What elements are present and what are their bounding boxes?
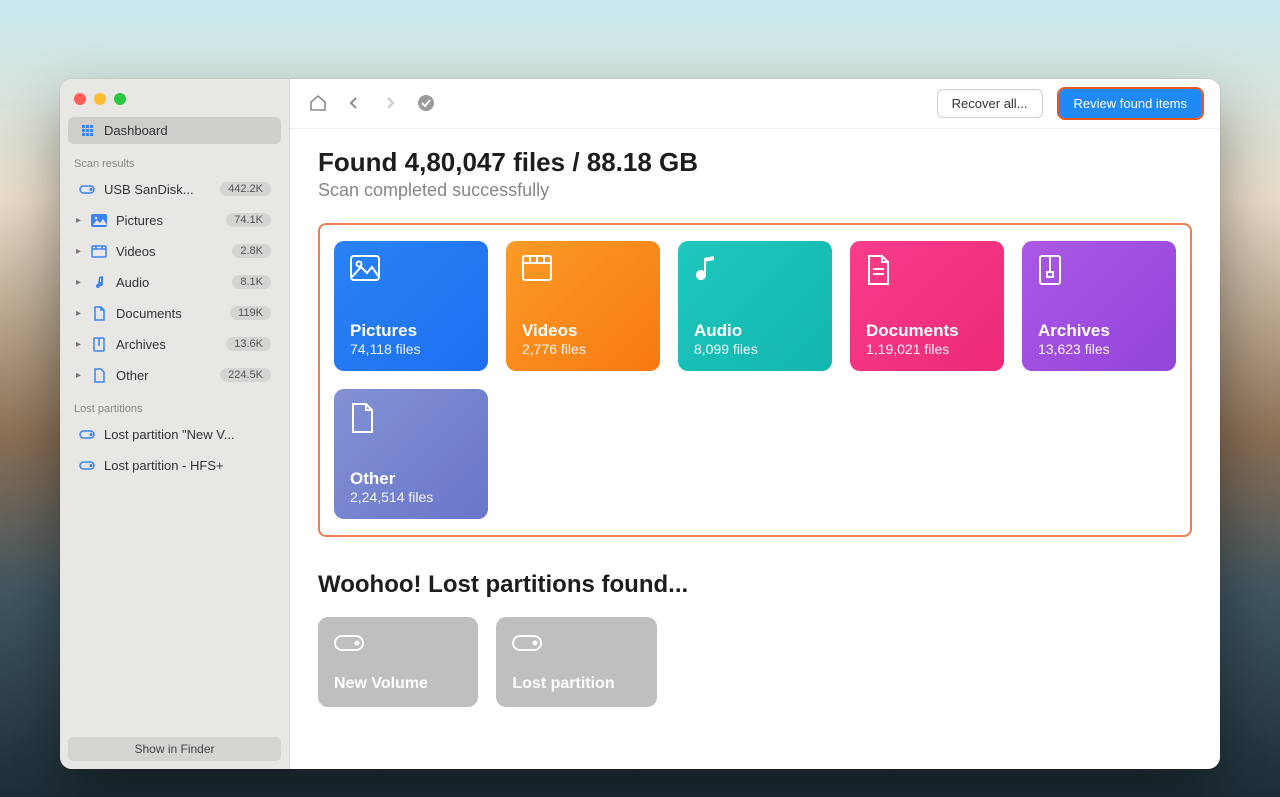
sidebar-item-dashboard[interactable]: Dashboard	[68, 117, 281, 144]
count-badge: 2.8K	[232, 244, 271, 258]
chevron-right-icon: ▸	[76, 277, 88, 288]
sidebar-item-drive[interactable]: USB SanDisk... 442.2K	[68, 176, 281, 203]
main-pane: Recover all... Review found items Found …	[290, 79, 1220, 769]
count-badge: 119K	[230, 306, 271, 320]
card-title: Audio	[694, 321, 816, 341]
count-badge: 442.2K	[220, 182, 271, 196]
chevron-right-icon: ▸	[76, 339, 88, 350]
recover-all-button[interactable]: Recover all...	[937, 89, 1043, 118]
sidebar-item-label: Other	[116, 368, 220, 383]
sidebar-item-label: Dashboard	[104, 123, 271, 138]
back-icon[interactable]	[344, 93, 364, 113]
sidebar-item-label: Archives	[116, 337, 226, 352]
other-icon	[350, 403, 472, 443]
category-card-videos[interactable]: Videos 2,776 files	[506, 241, 660, 371]
category-card-other[interactable]: Other 2,24,514 files	[334, 389, 488, 519]
lost-partitions-title: Woohoo! Lost partitions found...	[318, 571, 1192, 599]
sidebar-item-label: Pictures	[116, 213, 226, 228]
card-count: 74,118 files	[350, 341, 472, 357]
sidebar-section-lost-partitions: Lost partitions	[60, 391, 289, 419]
sidebar-item-documents[interactable]: ▸ Documents 119K	[68, 300, 281, 327]
audio-icon	[90, 275, 108, 289]
pictures-icon	[350, 255, 472, 295]
audio-icon	[694, 255, 816, 295]
partition-name: Lost partition	[512, 675, 640, 693]
sidebar-item-archives[interactable]: ▸ Archives 13.6K	[68, 331, 281, 358]
pictures-icon	[90, 214, 108, 227]
sidebar-item-lost-partition[interactable]: Lost partition "New V...	[68, 421, 281, 448]
partition-card[interactable]: Lost partition	[496, 617, 656, 707]
card-count: 8,099 files	[694, 341, 816, 357]
archives-icon	[90, 337, 108, 352]
sidebar-item-lost-partition[interactable]: Lost partition - HFS+	[68, 452, 281, 479]
category-card-documents[interactable]: Documents 1,19,021 files	[850, 241, 1004, 371]
sidebar-item-label: Lost partition "New V...	[104, 427, 271, 442]
results-title: Found 4,80,047 files / 88.18 GB	[318, 147, 1192, 178]
category-card-archives[interactable]: Archives 13,623 files	[1022, 241, 1176, 371]
drive-icon	[512, 631, 640, 653]
videos-icon	[522, 255, 644, 295]
sidebar-item-audio[interactable]: ▸ Audio 8.1K	[68, 269, 281, 296]
sidebar-item-videos[interactable]: ▸ Videos 2.8K	[68, 238, 281, 265]
maximize-icon[interactable]	[114, 93, 126, 105]
sidebar-item-label: Videos	[116, 244, 232, 259]
card-count: 2,776 files	[522, 341, 644, 357]
sidebar-item-pictures[interactable]: ▸ Pictures 74.1K	[68, 207, 281, 234]
category-card-audio[interactable]: Audio 8,099 files	[678, 241, 832, 371]
toolbar: Recover all... Review found items	[290, 79, 1220, 129]
app-window: Dashboard Scan results USB SanDisk... 44…	[60, 79, 1220, 769]
check-circle-icon[interactable]	[416, 93, 436, 113]
count-badge: 8.1K	[232, 275, 271, 289]
count-badge: 224.5K	[220, 368, 271, 382]
card-count: 13,623 files	[1038, 341, 1160, 357]
partition-name: New Volume	[334, 675, 462, 693]
show-in-finder-button[interactable]: Show in Finder	[68, 737, 281, 761]
results-subtitle: Scan completed successfully	[318, 180, 1192, 201]
drive-icon	[78, 459, 96, 471]
videos-icon	[90, 245, 108, 258]
card-count: 2,24,514 files	[350, 489, 472, 505]
chevron-right-icon: ▸	[76, 215, 88, 226]
forward-icon	[380, 93, 400, 113]
category-card-pictures[interactable]: Pictures 74,118 files	[334, 241, 488, 371]
review-found-items-button[interactable]: Review found items	[1059, 89, 1202, 118]
close-icon[interactable]	[74, 93, 86, 105]
documents-icon	[90, 306, 108, 321]
documents-icon	[866, 255, 988, 295]
drive-icon	[334, 631, 462, 653]
sidebar: Dashboard Scan results USB SanDisk... 44…	[60, 79, 290, 769]
content-area[interactable]: Found 4,80,047 files / 88.18 GB Scan com…	[290, 129, 1220, 769]
category-card-grid: Pictures 74,118 files Videos 2,776 files	[334, 241, 1176, 519]
count-badge: 74.1K	[226, 213, 271, 227]
card-count: 1,19,021 files	[866, 341, 988, 357]
partition-card[interactable]: New Volume	[318, 617, 478, 707]
count-badge: 13.6K	[226, 337, 271, 351]
chevron-right-icon: ▸	[76, 370, 88, 381]
sidebar-item-label: USB SanDisk...	[104, 182, 220, 197]
card-title: Other	[350, 469, 472, 489]
chevron-right-icon: ▸	[76, 246, 88, 257]
home-icon[interactable]	[308, 93, 328, 113]
sidebar-item-label: Audio	[116, 275, 232, 290]
card-title: Videos	[522, 321, 644, 341]
other-icon	[90, 368, 108, 383]
drive-icon	[78, 183, 96, 195]
archives-icon	[1038, 255, 1160, 295]
chevron-right-icon: ▸	[76, 308, 88, 319]
sidebar-footer: Show in Finder	[60, 729, 289, 769]
sidebar-section-scan-results: Scan results	[60, 146, 289, 174]
sidebar-item-label: Lost partition - HFS+	[104, 458, 271, 473]
partition-card-grid: New Volume Lost partition	[318, 617, 1192, 707]
sidebar-item-other[interactable]: ▸ Other 224.5K	[68, 362, 281, 389]
card-title: Pictures	[350, 321, 472, 341]
card-title: Archives	[1038, 321, 1160, 341]
drive-icon	[78, 428, 96, 440]
dashboard-icon	[78, 125, 96, 136]
category-cards-highlight: Pictures 74,118 files Videos 2,776 files	[318, 223, 1192, 537]
card-title: Documents	[866, 321, 988, 341]
sidebar-item-label: Documents	[116, 306, 230, 321]
minimize-icon[interactable]	[94, 93, 106, 105]
window-controls	[60, 79, 289, 115]
